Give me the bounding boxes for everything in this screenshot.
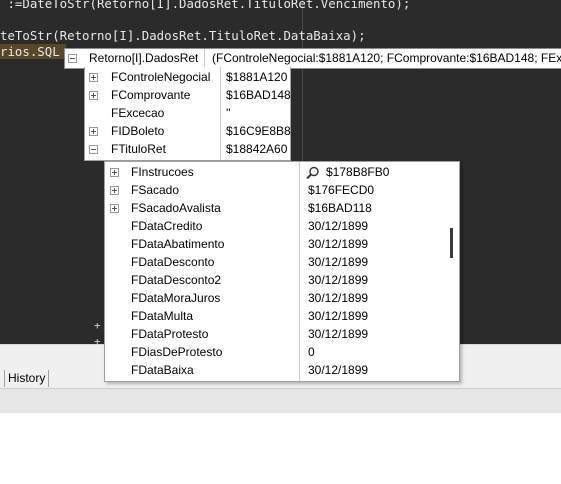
- history-tab[interactable]: History: [4, 370, 50, 387]
- watch-item-name: FDataBaixa: [131, 363, 194, 377]
- watch-item-fsacadoavalista[interactable]: FSacadoAvalista $16BAD118: [105, 199, 459, 217]
- watch-item-value: 30/12/1899: [308, 327, 369, 341]
- watch-item-value: $1881A120: [226, 70, 288, 84]
- watch-item-name: FDataMoraJuros: [131, 291, 221, 305]
- watch-item-name: FInstrucoes: [131, 165, 194, 179]
- column-divider: [204, 49, 205, 68]
- watch-root-name: Retorno[I].DadosRet: [89, 51, 199, 65]
- watch-item-value: 30/12/1899: [308, 291, 369, 305]
- watch-item-fcomprovante[interactable]: FComprovante $16BAD148: [85, 86, 291, 104]
- watch-item-finstrucoes[interactable]: FInstrucoes $178B8FB0: [105, 163, 459, 181]
- watch-root-value: (FControleNegocial:$1881A120; FComprovan…: [212, 51, 561, 65]
- collapse-icon[interactable]: [89, 145, 98, 154]
- watch-item-fdataabatimento[interactable]: FDataAbatimento 30/12/1899: [105, 235, 459, 253]
- watch-item-value: $176FECD0: [308, 183, 375, 197]
- watch-item-ftituloret[interactable]: FTituloRet $18842A60: [85, 140, 290, 158]
- watch-item-value: 0: [308, 345, 315, 359]
- watch-item-name: FDataMulta: [131, 309, 194, 323]
- watch-item-value: $178B8FB0: [326, 165, 390, 179]
- expand-icon[interactable]: [89, 91, 98, 100]
- watch-item-name: FDataCredito: [131, 219, 203, 233]
- watch-item-name: FControleNegocial: [111, 70, 211, 84]
- watch-item-fdataprotesto[interactable]: FDataProtesto 30/12/1899: [105, 325, 459, 343]
- watch-item-name: FComprovante: [111, 88, 191, 102]
- expand-icon[interactable]: [110, 186, 119, 195]
- watch-item-value: 30/12/1899: [308, 309, 369, 323]
- watch-level1-panel: FControleNegocial $1881A120 FComprovante $1…: [84, 67, 291, 161]
- panel-band: [0, 388, 561, 413]
- watch-item-value: $18842A60: [226, 142, 288, 156]
- watch-item-name: FSacadoAvalista: [131, 201, 221, 215]
- watch-item-value: $16BAD118: [308, 201, 372, 215]
- watch-item-fdatacredito[interactable]: FDataCredito 30/12/1899: [105, 217, 459, 235]
- watch-item-fdiasdeprotesto[interactable]: FDiasDeProtesto 0: [105, 343, 459, 361]
- watch-item-name: FDataDesconto: [131, 255, 215, 269]
- watch-item-name: FDataProtesto: [131, 327, 209, 341]
- watch-item-name: FIDBoleto: [111, 124, 165, 138]
- watch-item-name: FDataDesconto2: [131, 273, 222, 287]
- expand-icon[interactable]: [89, 127, 98, 136]
- watch-item-fdatamorajuros[interactable]: FDataMoraJuros 30/12/1899: [105, 289, 459, 307]
- watch-item-fdatamulta[interactable]: FDataMulta 30/12/1899: [105, 307, 459, 325]
- watch-item-value: $16C9E8B8: [226, 124, 291, 138]
- watch-item-fcontrolenegocial[interactable]: FControleNegocial $1881A120: [85, 68, 290, 86]
- watch-item-fidboleto[interactable]: FIDBoleto $16C9E8B8: [85, 122, 291, 140]
- expand-icon[interactable]: [89, 73, 98, 82]
- watch-item-value: 30/12/1899: [308, 273, 369, 287]
- code-line[interactable]: :=DateToStr(Retorno[I].DadosRet.TituloRe…: [0, 0, 410, 12]
- watch-item-fdatadesconto2[interactable]: FDataDesconto2 30/12/1899: [105, 271, 459, 289]
- watch-item-name: FSacado: [131, 183, 180, 197]
- fold-marker[interactable]: +: [94, 336, 101, 344]
- watch-level2-panel: FInstrucoes $178B8FB0 FSacado $176FECD0 FSac…: [104, 161, 460, 382]
- watch-item-value: $16BAD148: [226, 88, 291, 102]
- watch-root-row[interactable]: Retorno[I].DadosRet (FControleNegocial:$…: [64, 48, 561, 69]
- watch-item-value: '': [226, 106, 231, 120]
- watch-item-name: FTituloRet: [111, 142, 166, 156]
- watch-item-value: 30/12/1899: [308, 237, 369, 251]
- watch-item-name: FDiasDeProtesto: [131, 345, 223, 359]
- expand-icon[interactable]: [110, 204, 119, 213]
- watch-item-fdatabaixa[interactable]: FDataBaixa 30/12/1899: [105, 361, 459, 379]
- expand-icon[interactable]: [110, 168, 119, 177]
- watch-item-fexcecao[interactable]: FExcecao '': [85, 104, 290, 122]
- collapse-icon[interactable]: [68, 54, 77, 63]
- code-line[interactable]: rios.SQL: [0, 44, 60, 60]
- watch-item-fsacado[interactable]: FSacado $176FECD0: [105, 181, 459, 199]
- watch-item-name: FDataAbatimento: [131, 237, 225, 251]
- magnifier-icon[interactable]: [305, 166, 321, 179]
- watch-item-value: 30/12/1899: [308, 255, 369, 269]
- watch-item-fdatadesconto[interactable]: FDataDesconto 30/12/1899: [105, 253, 459, 271]
- watch-item-value: 30/12/1899: [308, 363, 369, 377]
- watch-item-value: 30/12/1899: [308, 219, 369, 233]
- watch-item-name: FExcecao: [111, 106, 165, 120]
- code-line[interactable]: teToStr(Retorno[I].DadosRet.TituloRet.Da…: [0, 28, 366, 44]
- fold-marker[interactable]: +: [94, 320, 101, 331]
